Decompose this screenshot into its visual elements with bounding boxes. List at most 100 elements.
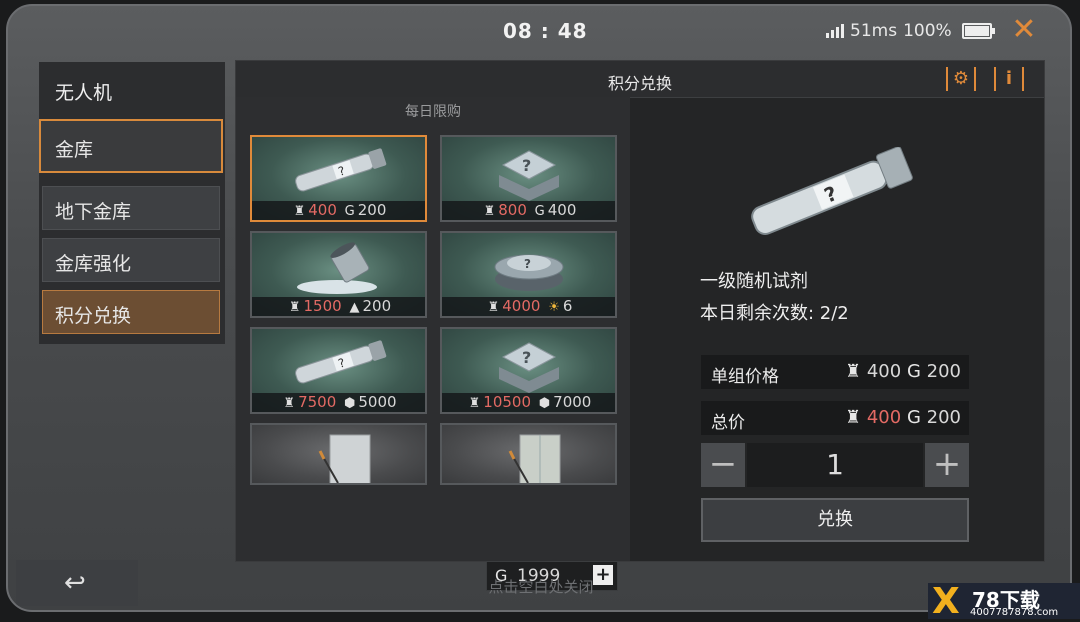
shop-item[interactable] [250, 423, 427, 485]
info-icon[interactable]: i [994, 67, 1024, 91]
mystery-chest-icon: ? [494, 254, 563, 291]
watermark-logo-icon: X [932, 581, 960, 622]
quantity-value[interactable]: 1 [747, 443, 923, 487]
gear-icon[interactable]: ⚙ [946, 67, 976, 91]
close-icon[interactable]: ✕ [1006, 12, 1042, 48]
mystery-box-icon: ? [498, 150, 559, 201]
status-bar: 08 : 48 51ms 100% ✕ [8, 6, 1070, 56]
sidebar-item-underground-vault[interactable]: 地下金库 [42, 186, 220, 230]
sun-icon: ☀ [548, 300, 560, 315]
total-value: ♜ 400 G 200 [845, 407, 961, 428]
gold-bar-icon: ▲ [349, 300, 360, 315]
unit-price-label: 单组价格 [711, 367, 779, 387]
price-bar: ♜ 4000 ☀ 6 [442, 297, 615, 316]
paint-bucket-icon [296, 242, 377, 294]
signal-icon [826, 24, 844, 38]
svg-text:?: ? [524, 257, 531, 271]
total-secondary: 200 [926, 407, 961, 428]
coin-icon: G [906, 361, 921, 382]
sidebar-item-label: 地下金库 [55, 201, 132, 223]
exchange-panel: 积分兑换 ⚙ i 每日限购 ? ♜ 400 G 200 ? ♜ 800 G 40… [235, 60, 1045, 591]
mystery-box-icon: ? [498, 342, 559, 393]
price-secondary: 5000 [358, 393, 397, 411]
vault-token-icon: ♜ [293, 204, 306, 219]
vault-token-icon: ♜ [487, 300, 500, 315]
sidebar-title-drone[interactable]: 无人机 [55, 78, 112, 105]
price-primary: 800 [498, 201, 527, 219]
unit-price-primary: 400 [866, 361, 902, 382]
shop-item[interactable]: ♜ 1500 ▲ 200 [250, 231, 427, 318]
shop-item[interactable]: ? ♜ 4000 ☀ 6 [440, 231, 617, 318]
sidebar-item-label: 积分兑换 [55, 305, 132, 327]
price-primary: 1500 [303, 297, 342, 315]
unit-price-row: 单组价格 ♜ 400 G 200 [701, 355, 969, 389]
price-bar: ♜ 7500 ⬢ 5000 [252, 393, 425, 412]
price-primary: 4000 [502, 297, 541, 315]
vault-token-icon: ♜ [483, 204, 496, 219]
price-bar: ♜ 800 G 400 [442, 201, 615, 220]
vault-token-icon: ♜ [283, 396, 296, 411]
increase-button[interactable]: + [925, 443, 969, 487]
paint-panel-icon [318, 434, 370, 483]
price-secondary: 6 [562, 297, 573, 315]
cube-icon: ⬢ [344, 396, 356, 411]
price-bar: ♜ 10500 ⬢ 7000 [442, 393, 615, 412]
shop-item[interactable]: ? ♜ 800 G 400 [440, 135, 617, 222]
price-secondary: 400 [547, 201, 577, 219]
syringe-icon: ? [294, 148, 386, 192]
decrease-button[interactable]: − [701, 443, 745, 487]
total-price-row: 总价 ♜ 400 G 200 [701, 401, 969, 435]
watermark-url: 4007787878.com [970, 607, 1059, 618]
price-primary: 10500 [483, 393, 532, 411]
item-name: 一级随机试剂 [700, 271, 808, 292]
sidebar: 无人机 金库 地下金库 金库强化 积分兑换 [39, 62, 225, 344]
price-secondary: 200 [357, 201, 387, 219]
panel-header: 积分兑换 ⚙ i [236, 61, 1044, 98]
sidebar-item-points-exchange[interactable]: 积分兑换 [42, 290, 220, 334]
clock: 08 : 48 [503, 19, 588, 43]
coin-icon: G [344, 204, 355, 219]
shop-grid: 每日限购 ? ♜ 400 G 200 ? ♜ 800 G 400 ♜ 1500 … [236, 97, 630, 591]
ping-value: 51ms [850, 21, 898, 41]
price-primary: 400 [308, 201, 337, 219]
unit-price-value: ♜ 400 G 200 [845, 361, 961, 382]
sidebar-item-label: 金库强化 [55, 253, 132, 275]
shop-item[interactable]: ? ♜ 10500 ⬢ 7000 [440, 327, 617, 414]
sidebar-item-vault-upgrade[interactable]: 金库强化 [42, 238, 220, 282]
battery-icon [961, 23, 995, 39]
coin-icon: G [534, 204, 545, 219]
panel-title: 积分兑换 [607, 74, 672, 93]
network-status: 51ms 100% [826, 21, 995, 41]
battery-value: 100% [903, 21, 952, 41]
close-hint: 点击空白处关闭 [488, 578, 594, 596]
unit-price-secondary: 200 [926, 361, 961, 382]
svg-text:?: ? [522, 348, 531, 367]
shop-item[interactable]: ? ♜ 400 G 200 [250, 135, 427, 222]
sidebar-item-vault[interactable]: 金库 [39, 119, 223, 173]
shop-item[interactable] [440, 423, 617, 485]
price-secondary: 7000 [553, 393, 592, 411]
game-window: 08 : 48 51ms 100% ✕ 无人机 金库 地下金库 金库强化 积分兑… [6, 4, 1072, 612]
watermark: X 78下载 4007787878.com [928, 581, 1080, 622]
vault-token-icon: ♜ [468, 396, 481, 411]
total-label: 总价 [711, 413, 745, 433]
price-secondary: 200 [362, 297, 392, 315]
vault-token-icon: ♜ [844, 407, 862, 428]
daily-limit-label: 每日限购 [405, 104, 461, 120]
svg-text:?: ? [522, 156, 531, 175]
vault-token-icon: ♜ [288, 300, 301, 315]
price-bar: ♜ 400 G 200 [252, 201, 425, 220]
total-primary: 400 [866, 407, 902, 428]
cube-icon: ⬢ [538, 396, 551, 411]
remaining-count: 本日剩余次数: 2/2 [700, 303, 849, 324]
sidebar-item-label: 金库 [55, 139, 94, 161]
price-primary: 7500 [298, 393, 337, 411]
syringe-icon: ? [294, 340, 386, 384]
item-detail: ? 一级随机试剂 本日剩余次数: 2/2 单组价格 ♜ 400 G 200 总价… [631, 97, 1043, 561]
price-bar: ♜ 1500 ▲ 200 [252, 297, 425, 316]
shop-item[interactable]: ? ♜ 7500 ⬢ 5000 [250, 327, 427, 414]
paint-panel-icon [508, 434, 560, 483]
quantity-stepper: − 1 + [701, 443, 969, 487]
syringe-icon: ? [751, 147, 913, 235]
exchange-button[interactable]: 兑换 [701, 498, 969, 542]
